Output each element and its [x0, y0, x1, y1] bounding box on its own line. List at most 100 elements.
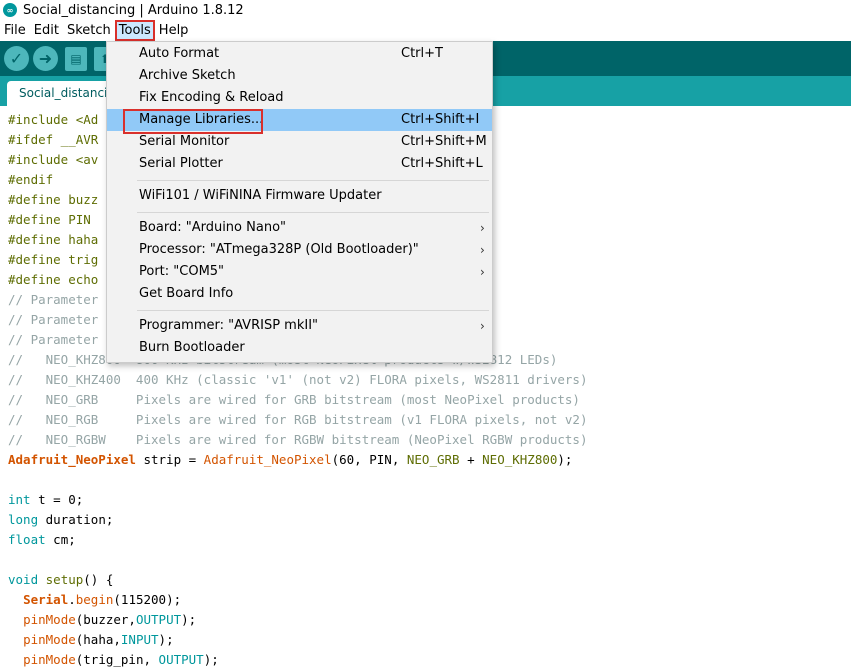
code-line: pinMode(trig_pin, OUTPUT);: [8, 650, 219, 670]
annotation-highlight-box: [123, 109, 263, 134]
menu-separator: [137, 310, 489, 311]
menu-item-processor[interactable]: Processor: "ATmega328P (Old Bootloader)"…: [107, 239, 492, 261]
menu-item-label: Auto Format: [139, 46, 220, 61]
code-token: pinMode: [23, 652, 76, 667]
code-token: NEO_GRB: [406, 452, 460, 467]
menu-item-label: Port: "COM5": [139, 264, 225, 279]
menu-item-label: Burn Bootloader: [139, 340, 245, 355]
menu-edit[interactable]: Edit: [30, 20, 63, 41]
menu-item-shortcut: Ctrl+T: [401, 46, 443, 61]
menu-item-firmware-updater[interactable]: WiFi101 / WiFiNINA Firmware Updater: [107, 185, 492, 207]
menu-item-label: Get Board Info: [139, 286, 234, 301]
menu-item-fix-encoding[interactable]: Fix Encoding & Reload: [107, 87, 492, 109]
menu-file[interactable]: File: [0, 20, 30, 41]
code-line: // NEO_RGB Pixels are wired for RGB bits…: [8, 412, 588, 427]
menu-item-label: Board: "Arduino Nano": [139, 220, 286, 235]
verify-button[interactable]: ✓: [4, 46, 29, 71]
code-token: setup: [45, 572, 84, 587]
menu-item-burn-bootloader[interactable]: Burn Bootloader: [107, 337, 492, 359]
menu-item-board[interactable]: Board: "Arduino Nano" ›: [107, 217, 492, 239]
code-token: float: [8, 532, 46, 547]
code-token: int: [8, 492, 31, 507]
file-icon: ▤: [70, 51, 82, 66]
code-line: #define PIN: [8, 212, 91, 227]
upload-button[interactable]: ➜: [33, 46, 58, 71]
code-line: #include <Ad: [8, 112, 99, 127]
chevron-right-icon: ›: [480, 221, 485, 235]
new-button[interactable]: ▤: [65, 46, 87, 71]
code-line: #endif: [8, 172, 54, 187]
code-line: #define trig: [8, 252, 99, 267]
menu-separator: [137, 180, 489, 181]
code-token: t = 0;: [30, 492, 84, 507]
code-token: (115200);: [113, 592, 182, 607]
code-token: cm;: [45, 532, 76, 547]
menu-item-serial-monitor[interactable]: Serial Monitor Ctrl+Shift+M: [107, 131, 492, 153]
menu-item-serial-plotter[interactable]: Serial Plotter Ctrl+Shift+L: [107, 153, 492, 175]
code-line: // Parameter: [8, 332, 99, 347]
menu-item-programmer[interactable]: Programmer: "AVRISP mkII" ›: [107, 315, 492, 337]
code-line: // NEO_GRB Pixels are wired for GRB bits…: [8, 392, 580, 407]
code-token: .: [68, 592, 76, 607]
menu-item-label: WiFi101 / WiFiNINA Firmware Updater: [139, 188, 382, 203]
code-token: );: [158, 632, 174, 647]
menu-item-shortcut: Ctrl+Shift+M: [401, 134, 487, 149]
menu-tools[interactable]: Tools: [114, 20, 155, 41]
code-token: long: [8, 512, 39, 527]
code-line: pinMode(haha,INPUT);: [8, 630, 174, 650]
menu-item-archive-sketch[interactable]: Archive Sketch: [107, 65, 492, 87]
code-line: long duration;: [8, 510, 113, 530]
code-token: (buzzer,: [75, 612, 136, 627]
code-token: void: [8, 572, 39, 587]
chevron-right-icon: ›: [480, 265, 485, 279]
code-line: Adafruit_NeoPixel strip = Adafruit_NeoPi…: [8, 450, 572, 470]
arrow-right-icon: ➜: [38, 49, 53, 68]
code-token: begin: [75, 592, 114, 607]
code-token: INPUT: [120, 632, 159, 647]
code-token: (60, PIN,: [331, 452, 407, 467]
code-line: int t = 0;: [8, 490, 83, 510]
code-token: OUTPUT: [135, 612, 182, 627]
code-token: duration;: [38, 512, 114, 527]
code-token: OUTPUT: [158, 652, 204, 667]
code-token: Adafruit_NeoPixel: [203, 452, 332, 467]
code-token: NEO_KHZ800: [482, 452, 558, 467]
code-token: );: [181, 612, 197, 627]
code-line: #define haha: [8, 232, 99, 247]
code-line: void setup() {: [8, 570, 113, 590]
menu-bar: File Edit Sketch Tools Help: [0, 20, 851, 41]
menu-item-label: Fix Encoding & Reload: [139, 90, 284, 105]
code-line: #ifdef __AVR: [8, 132, 99, 147]
menu-item-port[interactable]: Port: "COM5" ›: [107, 261, 492, 283]
menu-item-label: Programmer: "AVRISP mkII": [139, 318, 319, 333]
code-token: strip =: [135, 452, 204, 467]
menu-sketch[interactable]: Sketch: [63, 20, 115, 41]
menu-help[interactable]: Help: [155, 20, 193, 41]
window-title: Social_distancing | Arduino 1.8.12: [23, 2, 244, 18]
menu-item-label: Archive Sketch: [139, 68, 236, 83]
code-token: pinMode: [23, 632, 76, 647]
code-line: Serial.begin(115200);: [8, 590, 181, 610]
code-line: pinMode(buzzer,OUTPUT);: [8, 610, 196, 630]
code-line: // Parameter: [8, 312, 99, 327]
code-token: );: [203, 652, 219, 667]
code-token: Adafruit_NeoPixel: [8, 452, 136, 467]
menu-item-auto-format[interactable]: Auto Format Ctrl+T: [107, 43, 492, 65]
menu-item-get-board-info[interactable]: Get Board Info: [107, 283, 492, 305]
menu-item-shortcut: Ctrl+Shift+I: [401, 112, 480, 127]
code-line: // Parameter: [8, 292, 99, 307]
code-token: (haha,: [75, 632, 121, 647]
title-bar: ∞ Social_distancing | Arduino 1.8.12: [0, 0, 851, 20]
code-token: +: [459, 452, 483, 467]
code-token: Serial: [23, 592, 69, 607]
code-line: float cm;: [8, 530, 76, 550]
menu-separator: [137, 212, 489, 213]
checkmark-icon: ✓: [9, 49, 24, 68]
code-line: #define echo: [8, 272, 99, 287]
tab-social-distancing[interactable]: Social_distancing: [7, 81, 115, 106]
